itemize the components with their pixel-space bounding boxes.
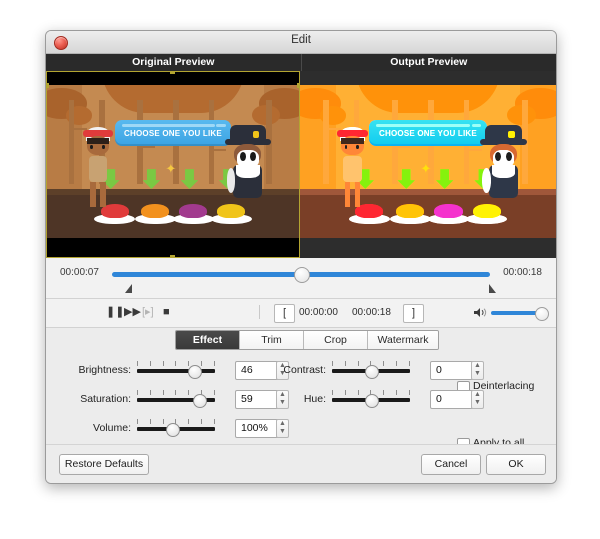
volume-stepper[interactable]: ▲ ▼ <box>276 419 289 438</box>
time-out-value[interactable]: 00:00:18 <box>352 307 391 318</box>
scene-banner: CHOOSE ONE YOU LIKE <box>114 120 232 147</box>
scene-banner-output: CHOOSE ONE YOU LIKE <box>369 120 487 147</box>
mark-in-icon[interactable]: [ <box>274 304 295 323</box>
timeline-playhead[interactable] <box>294 267 310 283</box>
pause-icon[interactable]: ❚❚ <box>106 307 124 318</box>
original-video-frame: CHOOSE ONE YOU LIKE ✦ <box>46 85 300 238</box>
title-bar: Edit <box>46 31 556 54</box>
contrast-label: Contrast: <box>283 364 326 376</box>
volume-slider[interactable] <box>491 307 549 321</box>
tab-crop[interactable]: Crop <box>304 331 368 349</box>
step-frame-icon[interactable]: [▸] <box>142 307 154 318</box>
restore-defaults-button[interactable]: Restore Defaults <box>59 454 149 475</box>
crop-handle-top[interactable] <box>170 71 175 74</box>
speaker-icon[interactable] <box>474 307 487 321</box>
crop-handle-tl[interactable] <box>46 83 49 88</box>
contrast-value[interactable]: 0 <box>430 361 477 380</box>
mark-out-icon[interactable]: ] <box>403 304 424 323</box>
edit-dialog: Edit Original Preview Output Preview CHO… <box>45 30 557 484</box>
tab-trim[interactable]: Trim <box>240 331 304 349</box>
original-preview-label: Original Preview <box>132 56 215 68</box>
output-video-frame: CHOOSE ONE YOU LIKE ✦ <box>300 85 556 238</box>
contrast-slider[interactable] <box>332 361 410 379</box>
cancel-button[interactable]: Cancel <box>421 454 481 475</box>
tab-watermark[interactable]: Watermark <box>368 331 438 349</box>
timeline-bar: 00:00:07 00:00:18 <box>46 258 556 299</box>
original-preview-pane[interactable]: CHOOSE ONE YOU LIKE ✦ <box>46 71 300 258</box>
effect-volume-slider[interactable] <box>137 419 215 437</box>
transport-bar: ❚❚ ▶▶ [▸] ■ [ 00:00:00 00:00:18 ] <box>46 299 556 328</box>
volume-knob[interactable] <box>535 307 549 321</box>
output-preview-label: Output Preview <box>390 56 468 68</box>
preview-headers: Original Preview Output Preview <box>46 54 556 71</box>
screenshot-root: Edit Original Preview Output Preview CHO… <box>0 0 600 539</box>
crop-handle-bottom[interactable] <box>170 255 175 258</box>
timeline-end-time: 00:00:18 <box>503 267 542 278</box>
sparkle-icon: ✦ <box>165 160 177 176</box>
preview-area: CHOOSE ONE YOU LIKE ✦ CHOOSE ONE YOU LIK… <box>46 71 556 258</box>
output-preview-pane[interactable]: CHOOSE ONE YOU LIKE ✦ <box>300 71 556 258</box>
dialog-footer: Restore Defaults Cancel OK <box>46 444 556 483</box>
brightness-slider[interactable] <box>137 361 215 379</box>
sparkle-icon-output: ✦ <box>420 160 432 176</box>
tab-bar: Effect Trim Crop Watermark <box>46 328 556 350</box>
fast-forward-icon[interactable]: ▶▶ <box>124 307 141 318</box>
trim-start-marker[interactable] <box>125 284 132 293</box>
time-in-value[interactable]: 00:00:00 <box>299 307 338 318</box>
saturation-label: Saturation: <box>80 393 131 405</box>
banner-text: CHOOSE ONE YOU LIKE <box>124 129 222 139</box>
brightness-label: Brightness: <box>78 364 131 376</box>
timeline-start-time: 00:00:07 <box>60 267 99 278</box>
timeline-slider[interactable] <box>112 267 490 283</box>
saturation-slider[interactable] <box>137 390 215 408</box>
hue-slider[interactable] <box>332 390 410 408</box>
native-character-output <box>333 126 371 208</box>
volume-value[interactable]: 100% <box>235 419 282 438</box>
transport-divider <box>259 305 260 319</box>
hue-stepper[interactable]: ▲ ▼ <box>471 390 484 409</box>
trim-end-marker[interactable] <box>489 284 496 293</box>
crop-handle-tr[interactable] <box>297 83 300 88</box>
ok-button[interactable]: OK <box>486 454 546 475</box>
hue-label: Hue: <box>303 393 326 405</box>
stop-icon[interactable]: ■ <box>163 307 170 318</box>
window-title: Edit <box>291 34 311 46</box>
contrast-stepper[interactable]: ▲ ▼ <box>471 361 484 380</box>
volume-label: Volume: <box>93 422 131 434</box>
hue-value[interactable]: 0 <box>430 390 477 409</box>
native-character <box>79 126 117 208</box>
pilgrim-character <box>224 124 272 209</box>
tab-effect[interactable]: Effect <box>176 331 240 349</box>
pilgrim-character-output <box>479 124 528 209</box>
banner-text-output: CHOOSE ONE YOU LIKE <box>379 129 477 139</box>
